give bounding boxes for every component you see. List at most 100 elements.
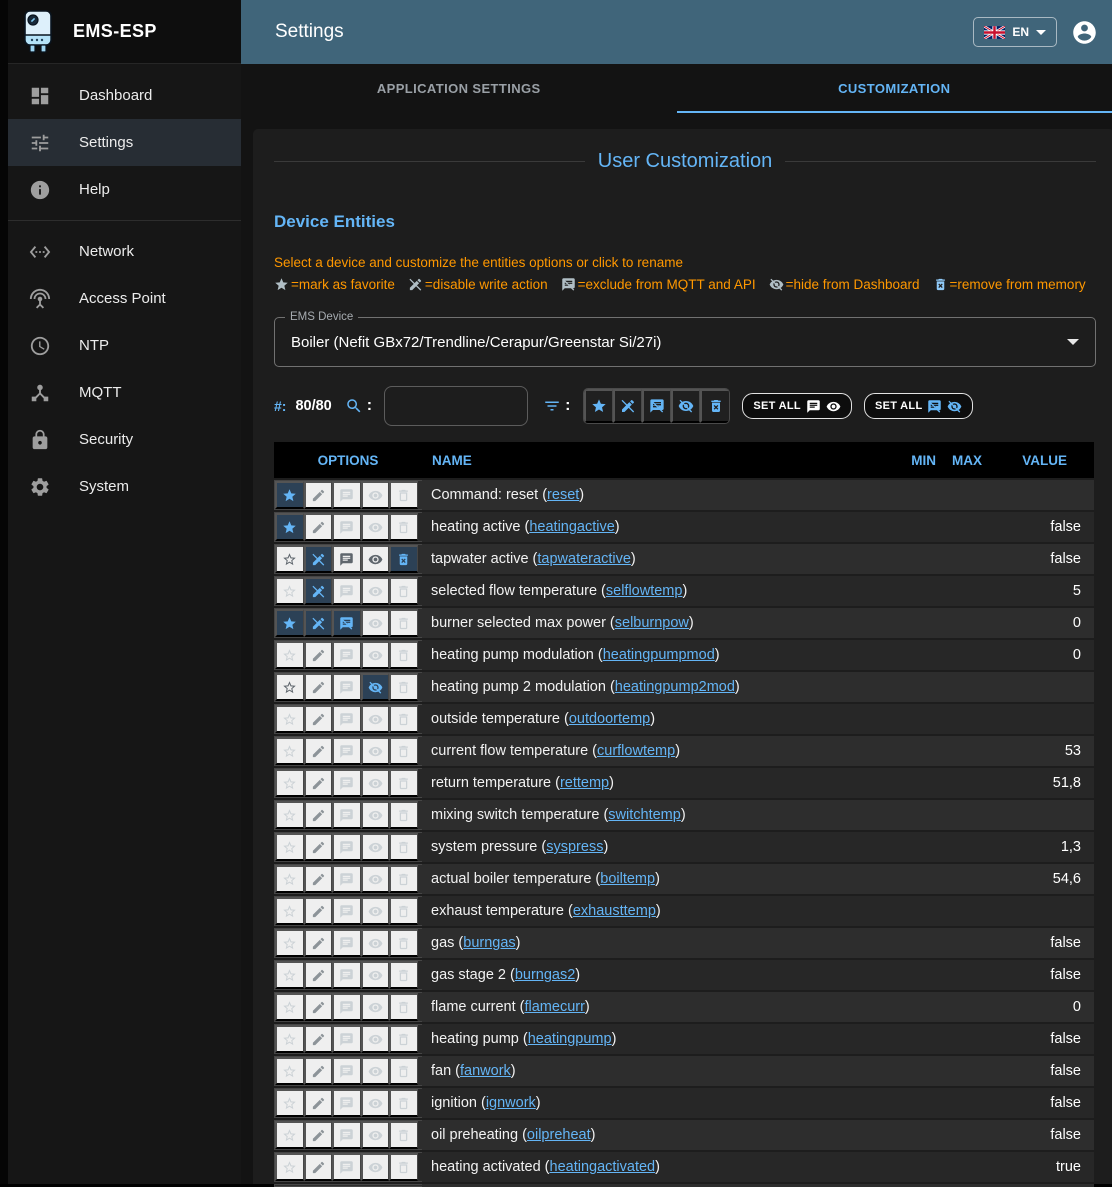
favorite-toggle[interactable] bbox=[275, 481, 304, 509]
ems-device-select[interactable]: EMS Device Boiler (Nefit GBx72/Trendline… bbox=[274, 317, 1096, 367]
remove-memory-toggle[interactable] bbox=[389, 993, 418, 1021]
dashboard-hide-toggle[interactable] bbox=[361, 929, 390, 957]
dashboard-hide-toggle[interactable] bbox=[361, 705, 390, 733]
mqtt-exclude-toggle[interactable] bbox=[332, 1121, 361, 1149]
write-action-toggle[interactable] bbox=[304, 1057, 333, 1085]
favorite-toggle[interactable] bbox=[275, 577, 304, 605]
mqtt-exclude-toggle[interactable] bbox=[332, 929, 361, 957]
entity-code-link[interactable]: selflowtemp bbox=[606, 583, 683, 599]
dashboard-hide-toggle[interactable] bbox=[361, 545, 390, 573]
write-action-toggle[interactable] bbox=[304, 961, 333, 989]
entity-code-link[interactable]: flamecurr bbox=[524, 999, 584, 1015]
sidebar-item-help[interactable]: Help bbox=[8, 166, 241, 213]
sidebar-item-settings[interactable]: Settings bbox=[8, 119, 241, 166]
write-action-toggle[interactable] bbox=[304, 673, 333, 701]
remove-memory-toggle[interactable] bbox=[389, 897, 418, 925]
dashboard-hide-toggle[interactable] bbox=[361, 961, 390, 989]
mqtt-exclude-toggle[interactable] bbox=[332, 737, 361, 765]
remove-memory-toggle[interactable] bbox=[389, 513, 418, 541]
favorite-toggle[interactable] bbox=[275, 641, 304, 669]
mqtt-exclude-toggle[interactable] bbox=[332, 609, 361, 637]
sidebar-item-access-point[interactable]: Access Point bbox=[8, 275, 241, 322]
write-action-toggle[interactable] bbox=[304, 769, 333, 797]
mqtt-exclude-toggle[interactable] bbox=[332, 833, 361, 861]
dashboard-hide-toggle[interactable] bbox=[361, 801, 390, 829]
entity-code-link[interactable]: heatingactivated bbox=[550, 1159, 656, 1175]
favorite-toggle[interactable] bbox=[275, 801, 304, 829]
account-button[interactable] bbox=[1071, 19, 1098, 46]
favorite-toggle[interactable] bbox=[275, 673, 304, 701]
remove-memory-toggle[interactable] bbox=[389, 577, 418, 605]
entity-code-link[interactable]: selburnpow bbox=[615, 615, 689, 631]
mqtt-exclude-toggle[interactable] bbox=[332, 545, 361, 573]
remove-memory-toggle[interactable] bbox=[389, 1121, 418, 1149]
entity-code-link[interactable]: syspress bbox=[546, 839, 603, 855]
mqtt-exclude-toggle[interactable] bbox=[332, 481, 361, 509]
dashboard-hide-toggle[interactable] bbox=[361, 1153, 390, 1181]
entity-code-link[interactable]: burngas bbox=[463, 935, 515, 951]
remove-memory-toggle[interactable] bbox=[389, 801, 418, 829]
dashboard-hide-toggle[interactable] bbox=[361, 897, 390, 925]
entity-code-link[interactable]: switchtemp bbox=[608, 807, 681, 823]
favorite-toggle[interactable] bbox=[275, 545, 304, 573]
entity-code-link[interactable]: boiltemp bbox=[600, 871, 655, 887]
mqtt-exclude-toggle[interactable] bbox=[332, 801, 361, 829]
entity-code-link[interactable]: outdoortemp bbox=[569, 711, 650, 727]
remove-memory-toggle[interactable] bbox=[389, 1089, 418, 1117]
sidebar-item-network[interactable]: Network bbox=[8, 228, 241, 275]
entity-name[interactable]: actual boiler temperature (boiltemp) bbox=[422, 864, 892, 894]
dashboard-hide-toggle[interactable] bbox=[361, 577, 390, 605]
entity-name[interactable]: exhaust temperature (exhausttemp) bbox=[422, 896, 892, 926]
remove-memory-toggle[interactable] bbox=[389, 545, 418, 573]
remove-memory-toggle[interactable] bbox=[389, 673, 418, 701]
write-action-toggle[interactable] bbox=[304, 1089, 333, 1117]
entity-name[interactable]: Command: reset (reset) bbox=[422, 480, 892, 510]
mqtt-exclude-toggle[interactable] bbox=[332, 673, 361, 701]
entity-code-link[interactable]: heatingactive bbox=[529, 519, 614, 535]
entity-code-link[interactable]: fanwork bbox=[460, 1063, 511, 1079]
filter-mqtt-off-toggle[interactable] bbox=[642, 389, 671, 423]
filter-removed-toggle[interactable] bbox=[700, 389, 729, 423]
entity-name[interactable]: return temperature (rettemp) bbox=[422, 768, 892, 798]
entity-name[interactable]: burner selected max power (selburnpow) bbox=[422, 608, 892, 638]
dashboard-hide-toggle[interactable] bbox=[361, 609, 390, 637]
mqtt-exclude-toggle[interactable] bbox=[332, 641, 361, 669]
remove-memory-toggle[interactable] bbox=[389, 1153, 418, 1181]
entity-code-link[interactable]: curflowtemp bbox=[597, 743, 675, 759]
remove-memory-toggle[interactable] bbox=[389, 1057, 418, 1085]
favorite-toggle[interactable] bbox=[275, 1025, 304, 1053]
favorite-toggle[interactable] bbox=[275, 993, 304, 1021]
remove-memory-toggle[interactable] bbox=[389, 609, 418, 637]
mqtt-exclude-toggle[interactable] bbox=[332, 705, 361, 733]
entity-name[interactable]: system pressure (syspress) bbox=[422, 832, 892, 862]
mqtt-exclude-toggle[interactable] bbox=[332, 897, 361, 925]
remove-memory-toggle[interactable] bbox=[389, 737, 418, 765]
sidebar-item-system[interactable]: System bbox=[8, 463, 241, 510]
language-selector[interactable]: EN bbox=[973, 17, 1057, 47]
write-action-toggle[interactable] bbox=[304, 801, 333, 829]
mqtt-exclude-toggle[interactable] bbox=[332, 993, 361, 1021]
entity-name[interactable]: gas stage 2 (burngas2) bbox=[422, 960, 892, 990]
entity-name[interactable]: heating pump (heatingpump) bbox=[422, 1024, 892, 1054]
entity-name[interactable]: heating active (heatingactive) bbox=[422, 512, 892, 542]
mqtt-exclude-toggle[interactable] bbox=[332, 1153, 361, 1181]
dashboard-hide-toggle[interactable] bbox=[361, 1121, 390, 1149]
write-action-toggle[interactable] bbox=[304, 1121, 333, 1149]
write-action-toggle[interactable] bbox=[304, 641, 333, 669]
dashboard-hide-toggle[interactable] bbox=[361, 1089, 390, 1117]
dashboard-hide-toggle[interactable] bbox=[361, 673, 390, 701]
entity-code-link[interactable]: reset bbox=[547, 487, 579, 503]
dashboard-hide-toggle[interactable] bbox=[361, 833, 390, 861]
entity-name[interactable]: oil preheating (oilpreheat) bbox=[422, 1120, 892, 1150]
remove-memory-toggle[interactable] bbox=[389, 865, 418, 893]
entity-code-link[interactable]: heatingpumpmod bbox=[603, 647, 715, 663]
sidebar-item-mqtt[interactable]: MQTT bbox=[8, 369, 241, 416]
favorite-toggle[interactable] bbox=[275, 769, 304, 797]
filter-hidden-toggle[interactable] bbox=[671, 389, 700, 423]
entity-name[interactable]: heating pump 2 modulation (heatingpump2m… bbox=[422, 672, 892, 702]
favorite-toggle[interactable] bbox=[275, 961, 304, 989]
favorite-toggle[interactable] bbox=[275, 1057, 304, 1085]
entity-name[interactable]: heating pump modulation (heatingpumpmod) bbox=[422, 640, 892, 670]
entity-name[interactable]: flame current (flamecurr) bbox=[422, 992, 892, 1022]
write-action-toggle[interactable] bbox=[304, 993, 333, 1021]
